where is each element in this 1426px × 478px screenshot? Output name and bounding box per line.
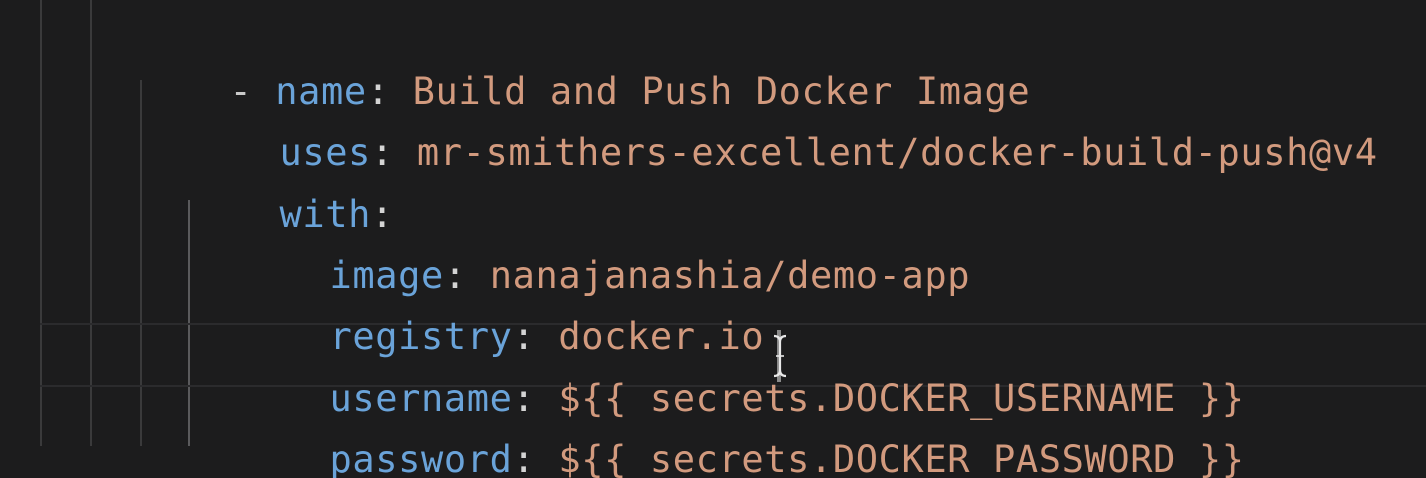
yaml-key: password: [329, 438, 513, 478]
code-line-username[interactable]: username: ${{ secrets.DOCKER_USERNAME }}: [238, 333, 1245, 420]
yaml-value: mr-smithers-excellent/docker-build-push@…: [416, 131, 1378, 174]
yaml-colon: :: [512, 438, 536, 478]
code-line-registry[interactable]: registry: docker.io: [238, 271, 764, 358]
code-line-uses[interactable]: uses: mr-smithers-excellent/docker-build…: [188, 87, 1378, 174]
yaml-value: ${{ secrets.DOCKER_PASSWORD }}: [558, 438, 1245, 478]
code-line-password[interactable]: password: ${{ secrets.DOCKER_PASSWORD }}: [238, 394, 1245, 478]
code-line-with[interactable]: with:: [188, 149, 394, 236]
code-editor[interactable]: - name: Build and Push Docker Image uses…: [0, 0, 1426, 478]
code-line-image[interactable]: image: nanajanashia/demo-app: [238, 210, 970, 297]
code-line-name[interactable]: - name: Build and Push Docker Image: [138, 26, 1030, 113]
ibeam-cursor-icon: [773, 334, 787, 378]
